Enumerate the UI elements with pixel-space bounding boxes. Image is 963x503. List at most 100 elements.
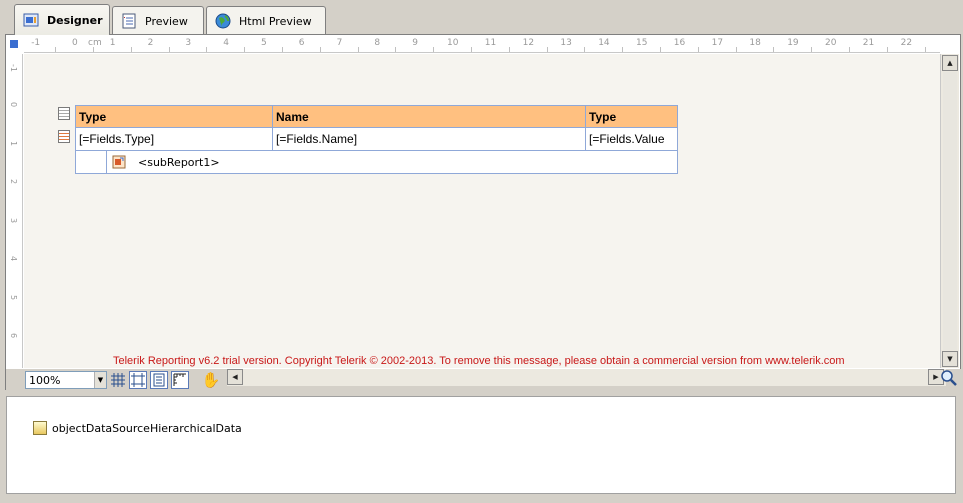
ruler-tick-label: 22: [900, 38, 913, 48]
subreport-icon: [112, 155, 126, 169]
ruler-tick-mark: [735, 47, 737, 52]
ruler-tick-label: -1: [9, 63, 18, 72]
chevron-down-icon[interactable]: ▼: [94, 372, 106, 388]
tab-html-preview[interactable]: Html Preview: [206, 6, 326, 35]
ruler-tick-label: 1: [9, 140, 18, 146]
ruler-tick-label: -1: [31, 38, 41, 48]
tab-preview-label: Preview: [145, 14, 188, 28]
component-tray: objectDataSourceHierarchicalData: [6, 396, 956, 494]
table-header-row: Type Name Type: [75, 105, 678, 128]
ruler-corner[interactable]: [6, 36, 22, 52]
ruler-tick-label: 6: [9, 333, 18, 339]
horizontal-scrollbar[interactable]: ◀ ▶: [227, 369, 946, 386]
table-subreport-row: <subReport1>: [75, 151, 678, 174]
field-cell-value[interactable]: [=Fields.Value: [586, 128, 677, 150]
dimensions-icon: [173, 373, 186, 386]
tab-strip: Designer Preview Html Preview: [0, 0, 963, 35]
ruler-tick-mark: [773, 47, 775, 52]
ruler-tick-mark: [622, 47, 624, 52]
ruler-tick-label: 2: [147, 38, 154, 48]
grid-toggle-button[interactable]: [109, 371, 127, 389]
horizontal-ruler: cm -1 0 1 2 3 4 5 6 7 8 9 10 11 12 13 14 15 16 17 18 19 20 21 2…: [24, 36, 940, 53]
hand-pan-icon[interactable]: ✋: [202, 371, 221, 389]
tab-designer-label: Designer: [47, 13, 103, 27]
subreport-cell[interactable]: <subReport1>: [106, 151, 678, 173]
scroll-down-button[interactable]: ▼: [942, 351, 958, 367]
ruler-tick-mark: [848, 47, 850, 52]
ruler-tick-label: 9: [412, 38, 418, 48]
header-cell-name[interactable]: Name: [273, 106, 586, 127]
ruler-tick-mark: [357, 47, 359, 52]
ruler-tick-label: 3: [9, 217, 18, 223]
ruler-tick-label: 19: [787, 38, 799, 48]
ruler-tick-mark: [924, 47, 926, 52]
designer-icon: [23, 12, 39, 28]
designer-toolbar: 100% ▼ ✋ ◀ ▶: [6, 369, 961, 391]
ruler-tick-label: 7: [336, 38, 343, 48]
datasource-component[interactable]: objectDataSourceHierarchicalData: [33, 421, 242, 435]
header-cell-type[interactable]: Type: [76, 106, 273, 127]
ruler-tick-label: 2: [9, 179, 18, 185]
ruler-tick-mark: [659, 47, 661, 52]
datasource-label: objectDataSourceHierarchicalData: [52, 421, 242, 435]
datasource-icon: [33, 421, 47, 435]
ruler-tick-label: 13: [560, 38, 572, 48]
preview-icon: [121, 13, 137, 29]
report-canvas[interactable]: [24, 54, 940, 368]
zoom-select[interactable]: 100% ▼: [25, 371, 107, 389]
table-detail-row-icon[interactable]: [58, 130, 70, 143]
scroll-up-button[interactable]: ▲: [942, 55, 958, 71]
report-table[interactable]: Type Name Type [=Fields.Type] [=Fields.N…: [75, 105, 678, 174]
ruler-tick-mark: [811, 47, 813, 52]
ruler-tick-label: 17: [711, 38, 724, 48]
ruler-tick-mark: [319, 47, 321, 52]
ruler-tick-label: 3: [185, 38, 192, 48]
ruler-unit-label: cm: [88, 38, 102, 48]
ruler-tick-mark: [886, 47, 888, 52]
trial-message: Telerik Reporting v6.2 trial version. Co…: [113, 355, 845, 367]
vertical-ruler: -1 0 1 2 3 4 5 6: [6, 54, 23, 368]
ruler-tick-mark: [92, 47, 94, 52]
ruler-tick-label: 6: [298, 38, 305, 48]
field-cell-type[interactable]: [=Fields.Type]: [76, 128, 273, 150]
snap-to-snaplines-button[interactable]: [150, 371, 168, 389]
ruler-tick-label: 0: [9, 102, 18, 108]
dimension-lines-button[interactable]: [171, 371, 189, 389]
zoom-magnifier-icon[interactable]: [940, 369, 958, 387]
table-header-row-icon[interactable]: [58, 107, 70, 120]
ruler-tick-label: 15: [636, 38, 648, 48]
scroll-left-button[interactable]: ◀: [227, 369, 243, 385]
ruler-tick-mark: [130, 47, 132, 52]
ruler-tick-mark: [206, 47, 208, 52]
ruler-tick-label: 0: [72, 38, 78, 48]
vertical-scroll-thumb[interactable]: [943, 72, 957, 350]
subreport-label: <subReport1>: [138, 155, 220, 169]
ruler-tick-mark: [168, 47, 170, 52]
ruler-tick-label: 21: [862, 38, 875, 48]
ruler-tick-label: 18: [749, 38, 761, 48]
tab-designer[interactable]: Designer: [14, 4, 110, 35]
ruler-tick-label: 4: [223, 38, 229, 48]
tab-preview[interactable]: Preview: [112, 6, 204, 35]
ruler-tick-mark: [508, 47, 510, 52]
ruler-tick-mark: [546, 47, 548, 52]
snap-to-grid-button[interactable]: [129, 371, 147, 389]
ruler-tick-mark: [244, 47, 246, 52]
ruler-tick-label: 16: [673, 38, 686, 48]
ruler-tick-label: 11: [484, 38, 497, 48]
ruler-tick-label: 12: [522, 38, 535, 48]
ruler-tick-mark: [395, 47, 397, 52]
ruler-tick-mark: [281, 47, 283, 52]
ruler-tick-mark: [697, 47, 699, 52]
snaplines-icon: [153, 373, 165, 387]
table-detail-row: [=Fields.Type] [=Fields.Name] [=Fields.V…: [75, 128, 678, 151]
tab-html-preview-label: Html Preview: [239, 14, 312, 28]
ruler-tick-mark: [433, 47, 435, 52]
header-cell-type-2[interactable]: Type: [586, 106, 677, 127]
ruler-tick-label: 20: [825, 38, 837, 48]
globe-icon: [215, 13, 231, 29]
vertical-scrollbar[interactable]: ▲ ▼: [940, 54, 959, 368]
ruler-tick-label: 5: [9, 294, 18, 300]
field-cell-name[interactable]: [=Fields.Name]: [273, 128, 586, 150]
ruler-tick-mark: [55, 47, 57, 52]
